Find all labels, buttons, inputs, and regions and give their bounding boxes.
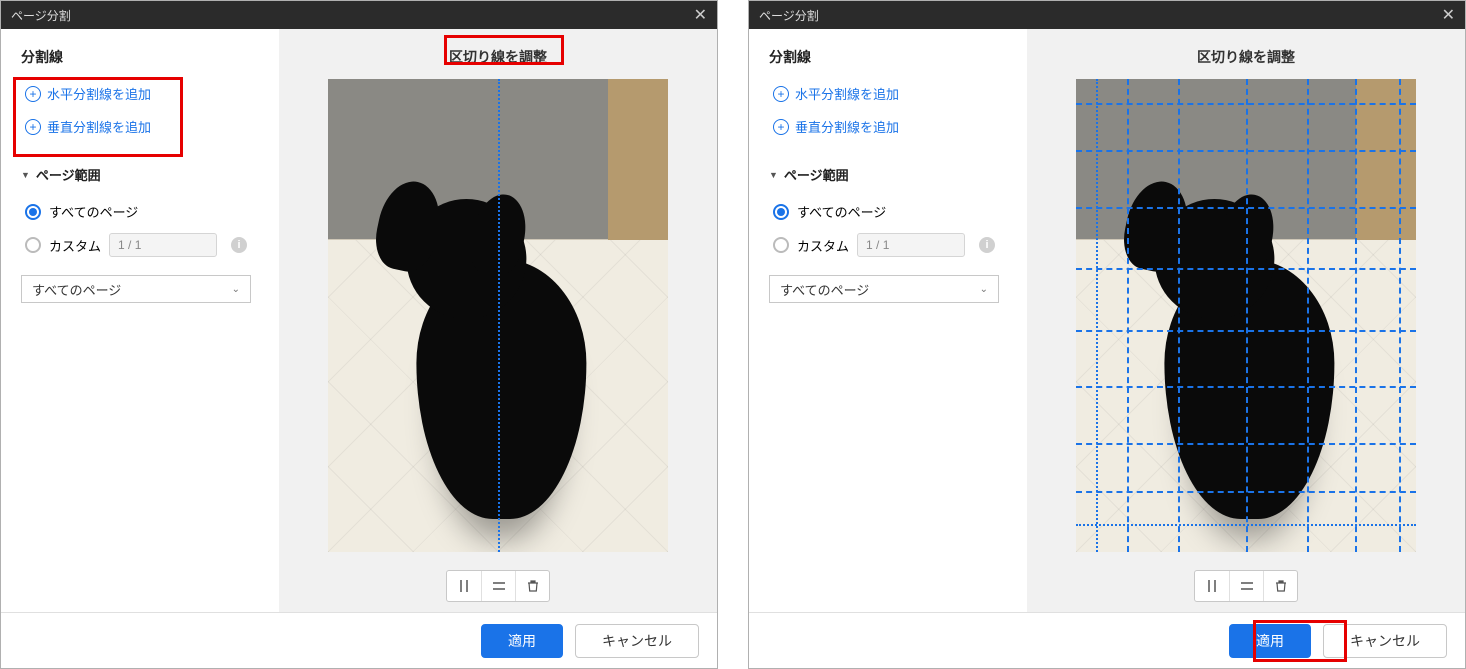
add-vertical-label: 垂直分割線を追加: [47, 117, 151, 136]
add-horizontal-line[interactable]: + 水平分割線を追加: [21, 77, 259, 110]
apply-button[interactable]: 適用: [1229, 624, 1311, 658]
page-range-title: ページ範囲: [36, 165, 101, 184]
titlebar: ページ分割 ✕: [1, 1, 717, 29]
plus-icon: +: [25, 119, 41, 135]
plus-icon: +: [773, 86, 789, 102]
caret-down-icon: ▼: [769, 170, 778, 180]
plus-icon: +: [25, 86, 41, 102]
dialog-footer: 適用 キャンセル: [1, 612, 717, 668]
add-vertical-label: 垂直分割線を追加: [795, 117, 899, 136]
preview-pane: 区切り線を調整: [1027, 29, 1465, 612]
page-range-title: ページ範囲: [784, 165, 849, 184]
radio-icon-checked: [773, 204, 789, 220]
photo-wood: [608, 79, 668, 249]
radio-all-pages[interactable]: すべてのページ: [21, 196, 259, 227]
tool-strip: [446, 570, 550, 602]
titlebar: ページ分割 ✕: [749, 1, 1465, 29]
custom-page-input[interactable]: [109, 233, 217, 257]
split-horizontal-line[interactable]: [1076, 386, 1416, 388]
tool-delete[interactable]: [1263, 571, 1297, 601]
split-horizontal-line[interactable]: [1076, 443, 1416, 445]
page-scope-dropdown[interactable]: すべてのページ ⌄: [21, 275, 251, 303]
preview-title: 区切り線を調整: [1189, 45, 1303, 69]
add-horizontal-line[interactable]: + 水平分割線を追加: [769, 77, 1007, 110]
tool-strip: [1194, 570, 1298, 602]
split-horizontal-line[interactable]: [1076, 524, 1416, 526]
custom-label: カスタム: [49, 236, 101, 255]
preview-title: 区切り線を調整: [441, 45, 555, 69]
dialog-body: 分割線 + 水平分割線を追加 + 垂直分割線を追加 ▼ ページ範囲 すべてのペー…: [749, 29, 1465, 612]
tool-horizontal-lines[interactable]: [1229, 571, 1263, 601]
radio-custom[interactable]: カスタム i: [21, 227, 259, 263]
close-icon[interactable]: ✕: [694, 5, 707, 25]
page-range-toggle[interactable]: ▼ ページ範囲: [21, 165, 259, 184]
cancel-button[interactable]: キャンセル: [575, 624, 699, 658]
radio-all-pages[interactable]: すべてのページ: [769, 196, 1007, 227]
preview-canvas[interactable]: [328, 79, 668, 552]
plus-icon: +: [773, 119, 789, 135]
tool-vertical-lines[interactable]: [1195, 571, 1229, 601]
radio-icon-unchecked: [773, 237, 789, 253]
page-split-dialog-right: ページ分割 ✕ 分割線 + 水平分割線を追加 + 垂直分割線を追加 ▼ ページ範…: [748, 0, 1466, 669]
split-vertical-line[interactable]: [498, 79, 500, 552]
apply-button[interactable]: 適用: [481, 624, 563, 658]
tool-delete[interactable]: [515, 571, 549, 601]
dropdown-value: すべてのページ: [32, 280, 121, 299]
chevron-down-icon: ⌄: [980, 284, 988, 295]
split-horizontal-line[interactable]: [1076, 268, 1416, 270]
radio-icon-unchecked: [25, 237, 41, 253]
split-horizontal-line[interactable]: [1076, 150, 1416, 152]
preview-canvas[interactable]: [1076, 79, 1416, 552]
all-pages-label: すべてのページ: [49, 202, 138, 221]
split-horizontal-line[interactable]: [1076, 103, 1416, 105]
sidebar: 分割線 + 水平分割線を追加 + 垂直分割線を追加 ▼ ページ範囲 すべてのペー…: [749, 29, 1027, 612]
tool-vertical-lines[interactable]: [447, 571, 481, 601]
apply-label: 適用: [508, 631, 536, 651]
page-range-toggle[interactable]: ▼ ページ範囲: [769, 165, 1007, 184]
radio-custom[interactable]: カスタム i: [769, 227, 1007, 263]
caret-down-icon: ▼: [21, 170, 30, 180]
dialog-body: 分割線 + 水平分割線を追加 + 垂直分割線を追加 ▼ ページ範囲 すべてのペー…: [1, 29, 717, 612]
dialog-title: ページ分割: [11, 7, 71, 24]
page-range-section: ▼ ページ範囲 すべてのページ カスタム i すべてのページ ⌄: [769, 165, 1007, 303]
split-lines-heading: 分割線: [21, 47, 259, 67]
split-horizontal-line[interactable]: [1076, 207, 1416, 209]
info-icon[interactable]: i: [231, 237, 247, 253]
split-horizontal-line[interactable]: [1076, 330, 1416, 332]
add-horizontal-label: 水平分割線を追加: [47, 84, 151, 103]
dialog-footer: 適用 キャンセル: [749, 612, 1465, 668]
split-lines-heading: 分割線: [769, 47, 1007, 67]
page-scope-dropdown[interactable]: すべてのページ ⌄: [769, 275, 999, 303]
all-pages-label: すべてのページ: [797, 202, 886, 221]
cancel-label: キャンセル: [602, 631, 672, 651]
apply-label: 適用: [1256, 631, 1284, 651]
page-range-section: ▼ ページ範囲 すべてのページ カスタム i すべてのページ ⌄: [21, 165, 259, 303]
chevron-down-icon: ⌄: [232, 284, 240, 295]
tool-horizontal-lines[interactable]: [481, 571, 515, 601]
page-split-dialog-left: ページ分割 ✕ 分割線 + 水平分割線を追加 + 垂直分割線を追加 ▼ ページ範…: [0, 0, 718, 669]
add-vertical-line[interactable]: + 垂直分割線を追加: [769, 110, 1007, 143]
preview-pane: 区切り線を調整: [279, 29, 717, 612]
dialog-title: ページ分割: [759, 7, 819, 24]
sidebar: 分割線 + 水平分割線を追加 + 垂直分割線を追加 ▼ ページ範囲 すべてのペー…: [1, 29, 279, 612]
custom-page-input[interactable]: [857, 233, 965, 257]
info-icon[interactable]: i: [979, 237, 995, 253]
close-icon[interactable]: ✕: [1442, 5, 1455, 25]
radio-icon-checked: [25, 204, 41, 220]
cancel-button[interactable]: キャンセル: [1323, 624, 1447, 658]
split-horizontal-line[interactable]: [1076, 491, 1416, 493]
add-vertical-line[interactable]: + 垂直分割線を追加: [21, 110, 259, 143]
dropdown-value: すべてのページ: [780, 280, 869, 299]
add-horizontal-label: 水平分割線を追加: [795, 84, 899, 103]
custom-label: カスタム: [797, 236, 849, 255]
cancel-label: キャンセル: [1350, 631, 1420, 651]
